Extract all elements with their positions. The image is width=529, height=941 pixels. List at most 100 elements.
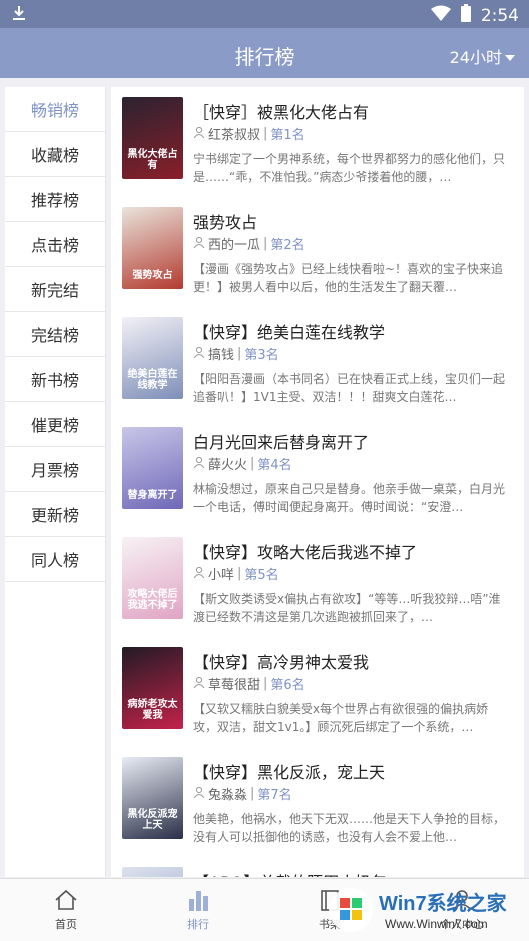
sidebar-item[interactable]: 推荐榜 (5, 177, 105, 222)
meta-divider: | (250, 786, 255, 801)
tab-home[interactable]: 首页 (36, 889, 96, 932)
author-icon (193, 566, 205, 582)
download-icon (10, 4, 28, 26)
sidebar-item[interactable]: 更新榜 (5, 492, 105, 537)
author-icon (193, 456, 205, 472)
cover-title-art: 攻略大佬后我逃不掉了 (127, 589, 178, 611)
book-list-item[interactable]: 替身离开了 白月光回来后替身离开了 薛火火 | 第4名林榆没想过，原来自己只是替身。他亲… (111, 417, 524, 527)
home-icon (36, 889, 96, 914)
wifi-icon (430, 5, 451, 26)
book-rank: 第5名 (244, 568, 279, 583)
book-cover-image: 替身离开了 (122, 427, 183, 509)
book-author: 薛火火 (208, 458, 248, 473)
win7-watermark-logo: Win7系统之家 Www.Winwin7.com (327, 884, 523, 936)
book-description: 他美艳，他祸水，他天下无双……他是天下人争抢的目标，没有人可以抵御他的诱惑，也没… (193, 812, 506, 844)
author-icon (193, 126, 205, 142)
book-cover-image: 黑化大佬占有 (122, 97, 183, 179)
app-header: 排行榜 24小时 (0, 28, 529, 78)
book-cover-image: 黑化反派宠上天 (122, 757, 183, 839)
sidebar-item[interactable]: 新书榜 (5, 357, 105, 402)
book-title: 白月光回来后替身离开了 (193, 433, 370, 452)
book-author: 搞钱 (208, 348, 235, 363)
book-meta: 红茶叔叔 | 第1名 (193, 124, 305, 143)
book-meta: 草莓很甜 | 第6名 (193, 674, 305, 693)
book-list-item[interactable]: 攻略大佬后我逃不掉了 【快穿】攻略大佬后我逃不掉了小咩 | 第5名【斯文败类诱受x偏执… (111, 527, 524, 637)
author-icon (193, 236, 205, 252)
sidebar-item[interactable]: 催更榜 (5, 402, 105, 447)
book-list-item[interactable]: 【ABO】总裁的陌田小奶包 (111, 857, 524, 877)
sidebar-item[interactable]: 畅销榜 (5, 87, 105, 132)
book-description: 【阳阳吾漫画（本书同名）已在快看正式上线，宝贝们一起追番叭！】1V1主受、双洁！… (193, 372, 506, 404)
caret-down-icon (505, 47, 515, 66)
book-title: 【快穿】攻略大佬后我逃不掉了 (193, 543, 418, 562)
meta-divider: | (263, 676, 268, 691)
cover-title-art: 黑化大佬占有 (127, 149, 178, 171)
book-list-item[interactable]: 绝美白莲在线教学 【快穿】绝美白莲在线教学 搞钱 | 第3名 【阳阳吾漫画（本书同名）已在… (111, 307, 524, 417)
book-meta: 搞钱 | 第3名 (193, 344, 279, 363)
book-list-item[interactable]: 强势攻占 强势攻占 西的一瓜 | 第2名 【漫画《强势攻占》已经上线快看啦~！喜欢的宝子快… (111, 197, 524, 307)
book-rank: 第1名 (270, 128, 305, 143)
book-meta: 兔淼淼 | 第7名 (193, 784, 292, 803)
book-rank-list[interactable]: 黑化大佬占有 ［快穿］被黑化大佬占有 红茶叔叔 | 第1名 宁书绑定了一个男神系统，每个世… (111, 87, 524, 877)
book-author: 兔淼淼 (208, 788, 248, 803)
cover-title-art: 病娇老攻太爱我 (127, 699, 178, 721)
book-meta: 薛火火 | 第4名 (193, 454, 292, 473)
book-description: 宁书绑定了一个男神系统，每个世界都努力的感化他们，只是……“乖，不准怕我。”病态… (193, 152, 506, 184)
book-title: 强势攻占 (193, 213, 258, 232)
book-meta: 西的一瓜 | 第2名 (193, 234, 305, 253)
sidebar-item[interactable]: 收藏榜 (5, 132, 105, 177)
book-cover-image: 绝美白莲在线教学 (122, 317, 183, 399)
cover-title-art: 替身离开了 (127, 490, 178, 501)
tab-rank[interactable]: 排行 (168, 889, 228, 932)
svg-text:Www.Winwin7.com: Www.Winwin7.com (385, 917, 488, 931)
book-rank: 第3名 (244, 348, 279, 363)
book-title: 【快穿】黑化反派，宠上天 (193, 763, 386, 782)
book-cover-image (122, 867, 183, 877)
tab-rank-label: 排行 (187, 918, 209, 931)
sidebar-item[interactable]: 新完结 (5, 267, 105, 312)
sidebar-item[interactable]: 点击榜 (5, 222, 105, 267)
book-title: 【快穿】高冷男神太爱我 (193, 653, 370, 672)
sidebar-item[interactable]: 同人榜 (5, 537, 105, 582)
book-author: 西的一瓜 (208, 238, 261, 253)
book-description: 【漫画《强势攻占》已经上线快看啦~！喜欢的宝子快来追更！】被男人看中以后，他的生… (193, 262, 504, 294)
book-title: 【快穿】绝美白莲在线教学 (193, 323, 386, 342)
cover-title-art: 绝美白莲在线教学 (127, 369, 178, 391)
meta-divider: | (237, 566, 242, 581)
cover-title-art: 黑化反派宠上天 (127, 809, 178, 831)
book-author: 红茶叔叔 (208, 128, 261, 143)
book-description: 【斯文败类诱受x偏执占有欲攻】“等等…听我狡辩…唔”淮渡已经数不清这是第几次逃跑… (193, 592, 501, 624)
author-icon (193, 676, 205, 692)
book-cover-image: 强势攻占 (122, 207, 183, 289)
book-rank: 第2名 (270, 238, 305, 253)
sidebar-item[interactable]: 月票榜 (5, 447, 105, 492)
tab-home-label: 首页 (55, 918, 77, 931)
time-range-label: 24小时 (449, 48, 502, 67)
sidebar-item[interactable]: 完结榜 (5, 312, 105, 357)
svg-text:Win7系统之家: Win7系统之家 (379, 891, 508, 915)
book-list-item[interactable]: 黑化大佬占有 ［快穿］被黑化大佬占有 红茶叔叔 | 第1名 宁书绑定了一个男神系统，每个世… (111, 87, 524, 197)
author-icon (193, 346, 205, 362)
book-description: 【又软又糯肤白貌美受x每个世界占有欲很强的偏执病娇攻，双洁，甜文1v1。】顾沉死… (193, 702, 489, 734)
book-author: 草莓很甜 (208, 678, 261, 693)
cover-title-art: 强势攻占 (132, 270, 173, 281)
book-cover-image: 攻略大佬后我逃不掉了 (122, 537, 183, 619)
bar-chart-icon (168, 889, 228, 914)
rank-category-sidebar: 畅销榜 收藏榜 推荐榜 点击榜 新完结 完结榜 新书榜 催更榜 月票榜 更新榜 同人榜 (5, 87, 106, 877)
book-title: ［快穿］被黑化大佬占有 (193, 103, 370, 122)
book-list-item[interactable]: 黑化反派宠上天 【快穿】黑化反派，宠上天 兔淼淼 | 第7名他美艳，他祸水，他天下无双…… (111, 747, 524, 857)
book-list-item[interactable]: 病娇老攻太爱我 【快穿】高冷男神太爱我 草莓很甜 | 第6名 【又软又糯肤白貌美受x每个世… (111, 637, 524, 747)
status-time: 2:54 (480, 5, 519, 26)
meta-divider: | (263, 126, 268, 141)
book-author: 小咩 (208, 568, 235, 583)
meta-divider: | (250, 456, 255, 471)
time-range-dropdown[interactable]: 24小时 (450, 44, 515, 68)
status-bar: 2:54 (0, 0, 529, 28)
author-icon (193, 786, 205, 802)
meta-divider: | (237, 346, 242, 361)
battery-icon (460, 4, 471, 27)
meta-divider: | (263, 236, 268, 251)
book-cover-image: 病娇老攻太爱我 (122, 647, 183, 729)
book-description: 林榆没想过，原来自己只是替身。他亲手做一桌菜，白月光一个电话，傅时闻便起身离开。… (193, 482, 506, 514)
book-rank: 第6名 (270, 678, 305, 693)
